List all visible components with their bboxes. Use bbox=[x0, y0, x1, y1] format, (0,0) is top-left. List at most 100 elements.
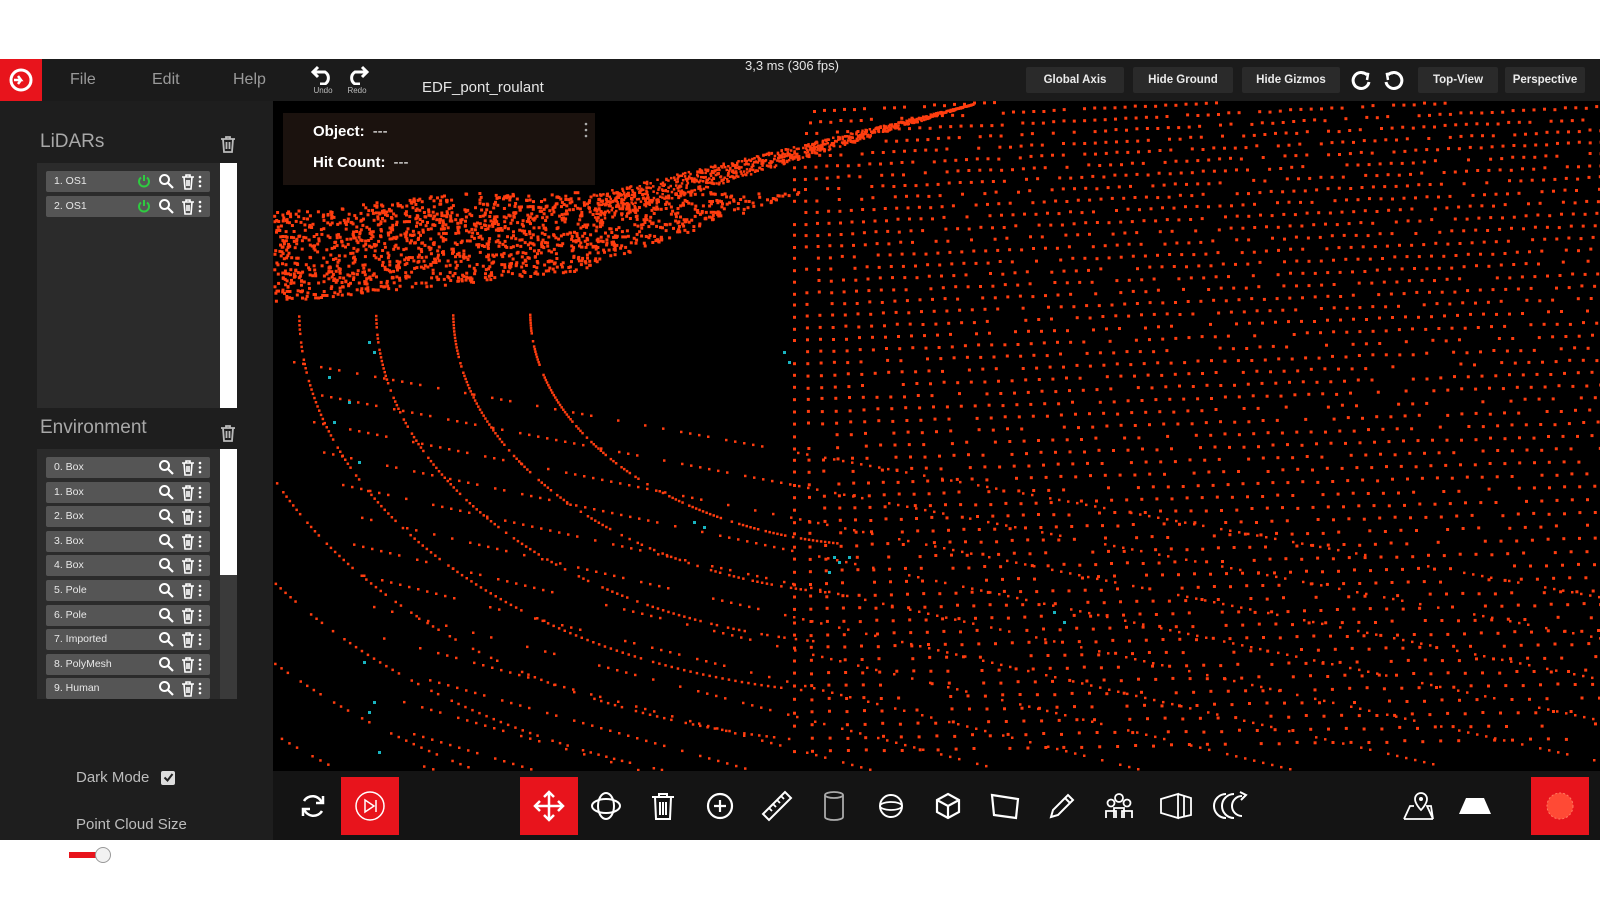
kebab-icon[interactable] bbox=[196, 533, 204, 550]
power-icon[interactable] bbox=[136, 173, 152, 190]
global-axis-button[interactable]: Global Axis bbox=[1026, 67, 1124, 93]
add-wall-button[interactable] bbox=[1147, 777, 1205, 835]
search-icon[interactable] bbox=[158, 173, 174, 190]
trash-icon[interactable] bbox=[180, 680, 196, 698]
menu-edit[interactable]: Edit bbox=[152, 71, 180, 89]
info-kebab-icon[interactable] bbox=[583, 121, 589, 139]
slider-knob[interactable] bbox=[94, 847, 111, 863]
lidar-item-2[interactable]: 2. OS1 bbox=[46, 196, 210, 217]
move-tool-button[interactable] bbox=[520, 777, 578, 835]
menu-help[interactable]: Help bbox=[233, 71, 266, 89]
rotate-cw-button[interactable] bbox=[1348, 67, 1374, 93]
3d-viewport[interactable]: Object: --- Hit Count: --- bbox=[273, 101, 1600, 771]
add-group-button[interactable] bbox=[1090, 777, 1148, 835]
trash-icon[interactable] bbox=[180, 607, 196, 624]
top-view-button[interactable]: Top-View bbox=[1418, 67, 1498, 93]
record-button[interactable] bbox=[1531, 777, 1589, 835]
environment-item-2[interactable]: 2. Box bbox=[46, 506, 210, 528]
search-icon[interactable] bbox=[158, 631, 174, 648]
ground-toggle-button[interactable] bbox=[1446, 777, 1504, 835]
lidar-item-label: 2. OS1 bbox=[54, 200, 87, 212]
search-icon[interactable] bbox=[158, 484, 174, 501]
search-icon[interactable] bbox=[158, 557, 174, 574]
hide-gizmos-button[interactable]: Hide Gizmos bbox=[1242, 67, 1340, 93]
search-icon[interactable] bbox=[158, 582, 174, 599]
multi-orbit-button[interactable] bbox=[1204, 777, 1262, 835]
rotate-ccw-button[interactable] bbox=[1381, 67, 1407, 93]
trash-icon[interactable] bbox=[180, 656, 196, 673]
kebab-icon[interactable] bbox=[196, 582, 204, 599]
add-cylinder-button[interactable] bbox=[805, 777, 863, 835]
kebab-icon[interactable] bbox=[196, 198, 204, 215]
environment-item-7[interactable]: 7. Imported bbox=[46, 629, 210, 651]
kebab-icon[interactable] bbox=[196, 173, 204, 190]
trash-icon[interactable] bbox=[180, 557, 196, 575]
search-icon[interactable] bbox=[158, 656, 174, 673]
lidar-item-1[interactable]: 1. OS1 bbox=[46, 171, 210, 192]
search-icon[interactable] bbox=[158, 607, 174, 624]
map-location-button[interactable] bbox=[1389, 777, 1447, 835]
environment-item-3[interactable]: 3. Box bbox=[46, 530, 210, 552]
refresh-button[interactable] bbox=[284, 777, 342, 835]
environment-item-6[interactable]: 6. Pole bbox=[46, 604, 210, 626]
kebab-icon[interactable] bbox=[196, 680, 204, 697]
add-sphere-button[interactable] bbox=[862, 777, 920, 835]
environment-item-0[interactable]: 0. Box bbox=[46, 457, 210, 478]
lidars-scroll-thumb[interactable] bbox=[220, 163, 237, 408]
sidebar: LiDARs 1. OS1 2. OS1 Environment 0. Box … bbox=[0, 101, 272, 863]
dark-mode-checkbox[interactable] bbox=[161, 770, 176, 785]
add-cube-button[interactable] bbox=[919, 777, 977, 835]
redo-button[interactable]: Redo bbox=[342, 63, 372, 99]
kebab-icon[interactable] bbox=[196, 557, 204, 574]
environment-item-1[interactable]: 1. Box bbox=[46, 481, 210, 503]
undo-button[interactable]: Undo bbox=[308, 63, 338, 99]
search-icon[interactable] bbox=[158, 459, 174, 476]
menu-file[interactable]: File bbox=[70, 71, 96, 89]
delete-tool-button[interactable] bbox=[634, 777, 692, 835]
kebab-icon[interactable] bbox=[196, 459, 204, 476]
record-icon bbox=[1546, 792, 1574, 820]
trash-icon[interactable] bbox=[180, 533, 196, 550]
point-cloud-size-slider[interactable] bbox=[69, 847, 203, 863]
hide-ground-button[interactable]: Hide Ground bbox=[1133, 67, 1233, 93]
trash-icon[interactable] bbox=[180, 631, 196, 648]
trash-icon[interactable] bbox=[180, 459, 196, 476]
environment-item-9[interactable]: 9. Human bbox=[46, 678, 210, 699]
power-icon[interactable] bbox=[136, 198, 152, 215]
trash-icon[interactable] bbox=[180, 198, 196, 215]
trash-icon[interactable] bbox=[180, 508, 196, 525]
kebab-icon[interactable] bbox=[196, 656, 204, 673]
environment-scrollbar[interactable] bbox=[220, 449, 237, 699]
orbit-tool-button[interactable] bbox=[577, 777, 635, 835]
kebab-icon[interactable] bbox=[196, 607, 204, 624]
environment-item-8[interactable]: 8. PolyMesh bbox=[46, 653, 210, 675]
trash-icon[interactable] bbox=[180, 484, 196, 501]
lidars-clear-trash-icon[interactable] bbox=[218, 134, 238, 154]
point-cloud-canvas[interactable] bbox=[273, 101, 1600, 771]
draw-tool-button[interactable] bbox=[1033, 777, 1091, 835]
add-object-button[interactable] bbox=[691, 777, 749, 835]
undo-label: Undo bbox=[313, 86, 333, 95]
lidars-scrollbar[interactable] bbox=[220, 163, 237, 408]
search-icon[interactable] bbox=[158, 533, 174, 550]
kebab-icon[interactable] bbox=[196, 508, 204, 525]
environment-scroll-thumb[interactable] bbox=[220, 449, 237, 575]
measure-tool-button[interactable] bbox=[748, 777, 806, 835]
kebab-icon[interactable] bbox=[196, 631, 204, 648]
add-plane-button[interactable] bbox=[976, 777, 1034, 835]
group-icon bbox=[1105, 793, 1133, 818]
kebab-icon[interactable] bbox=[196, 484, 204, 501]
perspective-button[interactable]: Perspective bbox=[1505, 67, 1585, 93]
search-icon[interactable] bbox=[158, 508, 174, 525]
search-icon[interactable] bbox=[158, 198, 174, 215]
trash-icon[interactable] bbox=[180, 582, 196, 599]
object-info-row: Object: --- bbox=[313, 123, 388, 140]
trash-icon[interactable] bbox=[180, 173, 196, 190]
environment-clear-trash-icon[interactable] bbox=[218, 423, 238, 443]
search-icon[interactable] bbox=[158, 680, 174, 697]
logo-icon[interactable] bbox=[0, 59, 42, 101]
play-record-button[interactable] bbox=[341, 777, 399, 835]
environment-item-4[interactable]: 4. Box bbox=[46, 555, 210, 577]
check-icon bbox=[163, 773, 174, 783]
environment-item-5[interactable]: 5. Pole bbox=[46, 580, 210, 601]
